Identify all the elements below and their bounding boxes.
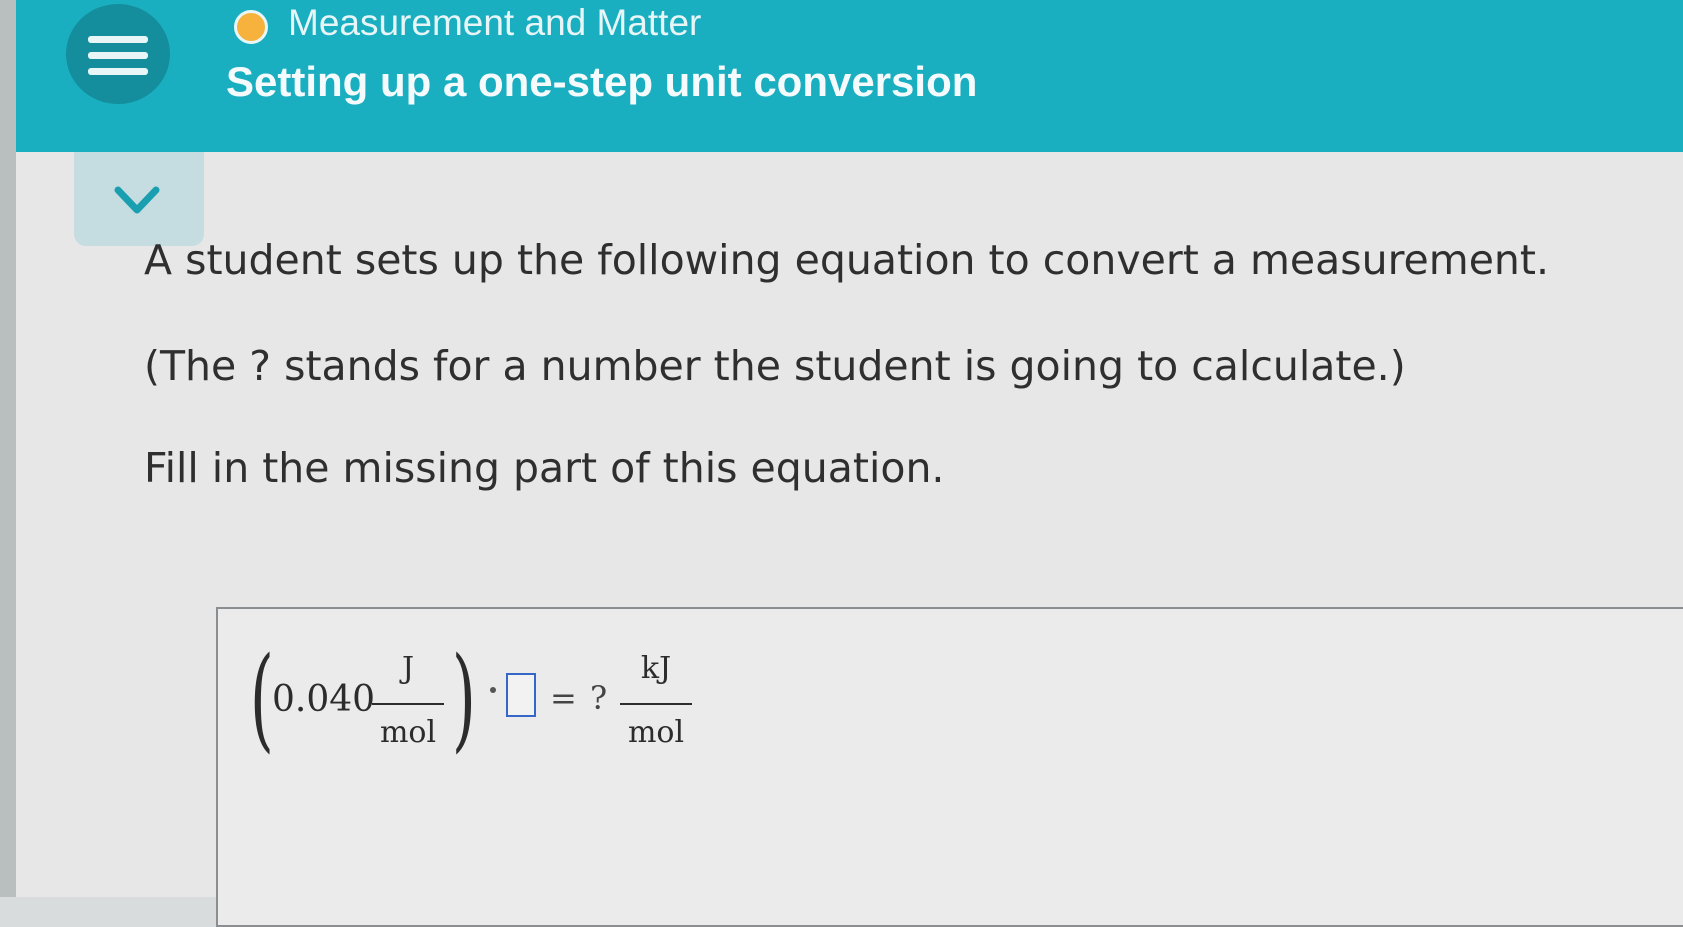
progress-status-icon <box>234 10 268 44</box>
page-title: Setting up a one-step unit conversion <box>226 58 978 105</box>
menu-button[interactable] <box>66 4 170 104</box>
right-paren: ) <box>451 634 476 764</box>
right-numerator-unit: kJ <box>640 651 672 686</box>
question-line-1: A student sets up the following equation… <box>144 236 1550 284</box>
question-line-2: (The ? stands for a number the student i… <box>144 342 1406 390</box>
left-denominator-unit: mol <box>379 715 437 750</box>
left-edge-strip <box>0 0 16 897</box>
question-line-3: Fill in the missing part of this equatio… <box>144 444 945 492</box>
main-content: A student sets up the following equation… <box>16 152 1683 927</box>
chevron-down-icon <box>114 186 160 214</box>
equation-value: 0.040 <box>272 679 376 720</box>
conversion-factor-input[interactable] <box>506 673 536 717</box>
left-numerator-unit: J <box>401 651 415 686</box>
multiply-operator <box>490 687 496 693</box>
left-fraction-bar <box>372 703 444 705</box>
equals-sign: = <box>550 679 577 717</box>
topic-label: Measurement and Matter <box>288 2 702 43</box>
answer-area: ( 0.040 J mol ) = ? kJ mol <box>216 607 1683 927</box>
unknown-value: ? <box>590 679 608 717</box>
right-fraction-bar <box>620 703 692 705</box>
left-paren: ( <box>249 634 274 764</box>
right-denominator-unit: mol <box>627 715 685 750</box>
collapse-toggle-button[interactable] <box>74 152 204 246</box>
